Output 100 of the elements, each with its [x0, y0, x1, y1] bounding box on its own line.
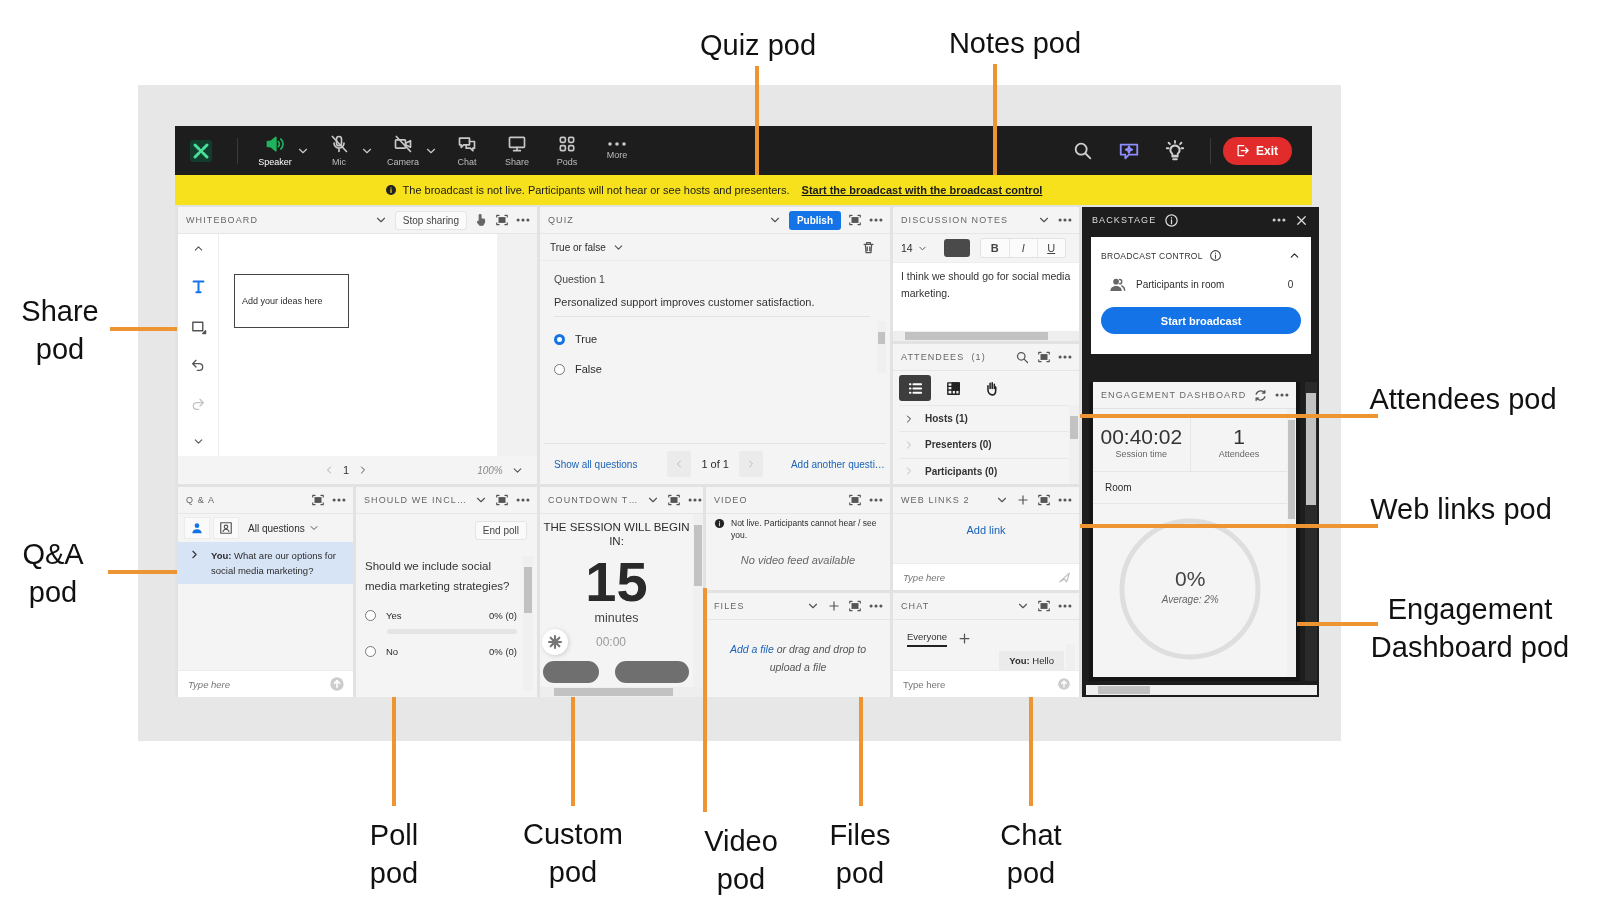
info-icon[interactable]	[1208, 249, 1222, 262]
user-filter-button[interactable]	[184, 517, 210, 539]
bold-button[interactable]: B	[980, 239, 1009, 257]
grid-icon	[557, 134, 577, 154]
scrollbar[interactable]	[540, 687, 703, 697]
undo-icon[interactable]	[190, 357, 206, 374]
font-size-dropdown[interactable]: 14	[901, 242, 913, 254]
radio-button[interactable]	[365, 610, 376, 622]
more-icon[interactable]	[516, 218, 530, 222]
view-toggle[interactable]	[899, 375, 931, 401]
radio-button[interactable]	[365, 646, 376, 658]
whiteboard-canvas[interactable]: Add your ideas here	[219, 234, 497, 456]
callout-label: Chat pod	[999, 818, 1063, 891]
more-icon[interactable]	[1272, 218, 1287, 222]
settings-button[interactable]	[542, 629, 568, 656]
search-icon[interactable]	[1015, 349, 1030, 365]
more-icon	[607, 141, 627, 147]
publish-button[interactable]: Publish	[788, 210, 841, 230]
chat-field[interactable]: Type here	[893, 670, 1079, 697]
scrollbar[interactable]	[523, 556, 533, 691]
text-box[interactable]: Add your ideas here	[234, 274, 349, 328]
underline-button[interactable]: U	[1036, 239, 1065, 257]
question-input[interactable]: Type here	[186, 677, 329, 691]
toolbar-button[interactable]: Camera	[378, 134, 428, 167]
more-icon[interactable]	[332, 498, 346, 502]
radio-button[interactable]	[554, 363, 565, 375]
more-icon[interactable]	[869, 498, 883, 502]
more-icon[interactable]	[1058, 355, 1072, 359]
question-field[interactable]: Type here	[178, 670, 353, 697]
start-broadcast-button[interactable]: Start broadcast	[1101, 307, 1302, 334]
more-icon[interactable]	[687, 498, 702, 502]
cropped-button[interactable]	[543, 661, 599, 684]
callout-label: Video pod	[703, 824, 779, 897]
question-type-dropdown[interactable]: True or false	[550, 241, 606, 253]
color-swatch[interactable]	[943, 239, 970, 257]
poll-question: Should we include social media marketing strategies?	[365, 559, 511, 595]
participants-label: Participants in room	[1136, 279, 1226, 290]
italic-button[interactable]: I	[1008, 239, 1037, 257]
more-icon[interactable]	[516, 498, 530, 502]
more-icon[interactable]	[869, 604, 883, 608]
maximize-icon[interactable]	[1037, 350, 1051, 364]
more-icon[interactable]	[1275, 393, 1290, 397]
pointer-icon[interactable]	[474, 213, 488, 227]
scrollbar[interactable]	[1287, 409, 1297, 677]
callout-label: Files pod	[828, 818, 892, 891]
toolbar-button[interactable]: Speaker	[250, 134, 300, 167]
light-bulb-icon[interactable]	[1164, 139, 1186, 162]
maximize-icon[interactable]	[848, 493, 862, 507]
notes-text[interactable]: I think we should go for social media marketing.	[893, 263, 1079, 331]
maximize-icon[interactable]	[848, 213, 862, 227]
add-file-link[interactable]: Add a file	[730, 643, 774, 655]
maximize-icon[interactable]	[311, 493, 325, 507]
trash-icon[interactable]	[861, 239, 876, 255]
scrollbar[interactable]	[877, 321, 886, 373]
file-drop-message: Add a file or drag and drop to upload a file	[728, 642, 867, 676]
show-all-questions-link[interactable]: Show all questions	[554, 458, 638, 470]
scrollbar[interactable]	[1069, 405, 1079, 484]
chat-icon	[457, 134, 477, 154]
stop-sharing-button[interactable]: Stop sharing	[394, 210, 467, 230]
plus-icon[interactable]	[957, 630, 973, 646]
more-icon[interactable]	[869, 218, 883, 222]
more-icon[interactable]	[1058, 498, 1072, 502]
maximize-icon[interactable]	[1037, 599, 1051, 613]
end-poll-button[interactable]: End poll	[474, 520, 527, 540]
pod-title: WHITEBOARD	[186, 215, 259, 225]
scrollbar[interactable]	[1086, 685, 1318, 695]
radio-button[interactable]	[554, 333, 565, 345]
panel-title: BACKSTAGE	[1092, 215, 1157, 225]
maximize-icon[interactable]	[848, 599, 862, 613]
add-question-link[interactable]: Add another questi…	[790, 458, 885, 470]
maximize-icon[interactable]	[495, 493, 509, 507]
stat-label: Attendees	[1218, 449, 1260, 459]
toolbar-button[interactable]: Share	[492, 134, 542, 167]
exit-button[interactable]: Exit	[1223, 136, 1292, 165]
refresh-icon[interactable]	[1253, 387, 1269, 403]
link-input[interactable]: Type here	[901, 570, 1058, 584]
maximize-icon[interactable]	[1037, 493, 1051, 507]
link-field[interactable]: Type here	[893, 563, 1079, 590]
cropped-button[interactable]	[615, 661, 689, 684]
question-filter-dropdown[interactable]: All questions	[248, 522, 305, 534]
add-link[interactable]: Add link	[966, 524, 1006, 563]
question-item[interactable]: You: What are our options for social media marketing?	[178, 542, 353, 585]
chat-tab[interactable]: Everyone	[907, 629, 948, 647]
scrollbar[interactable]	[893, 331, 1079, 341]
broadcast-link[interactable]: Start the broadcast with the broadcast control	[801, 184, 1043, 196]
toolbar-button[interactable]: Chat	[442, 134, 492, 167]
scrollbar[interactable]	[1305, 382, 1318, 681]
toolbar-button[interactable]: Pods	[542, 134, 592, 167]
more-icon[interactable]	[1058, 218, 1072, 222]
toolbar-button[interactable]: More	[592, 141, 642, 160]
presenter-filter-button[interactable]	[213, 517, 239, 539]
maximize-icon[interactable]	[495, 213, 509, 227]
scrollbar[interactable]	[693, 514, 703, 687]
chat-input[interactable]: Type here	[901, 677, 1057, 691]
more-icon[interactable]	[1058, 604, 1072, 608]
toolbar-button[interactable]: Mic	[314, 134, 364, 167]
exit-icon	[1235, 143, 1250, 158]
info-icon[interactable]	[1164, 212, 1180, 228]
maximize-icon[interactable]	[666, 493, 681, 507]
countdown-heading: THE SESSION WILL BEGIN IN:	[542, 520, 691, 549]
